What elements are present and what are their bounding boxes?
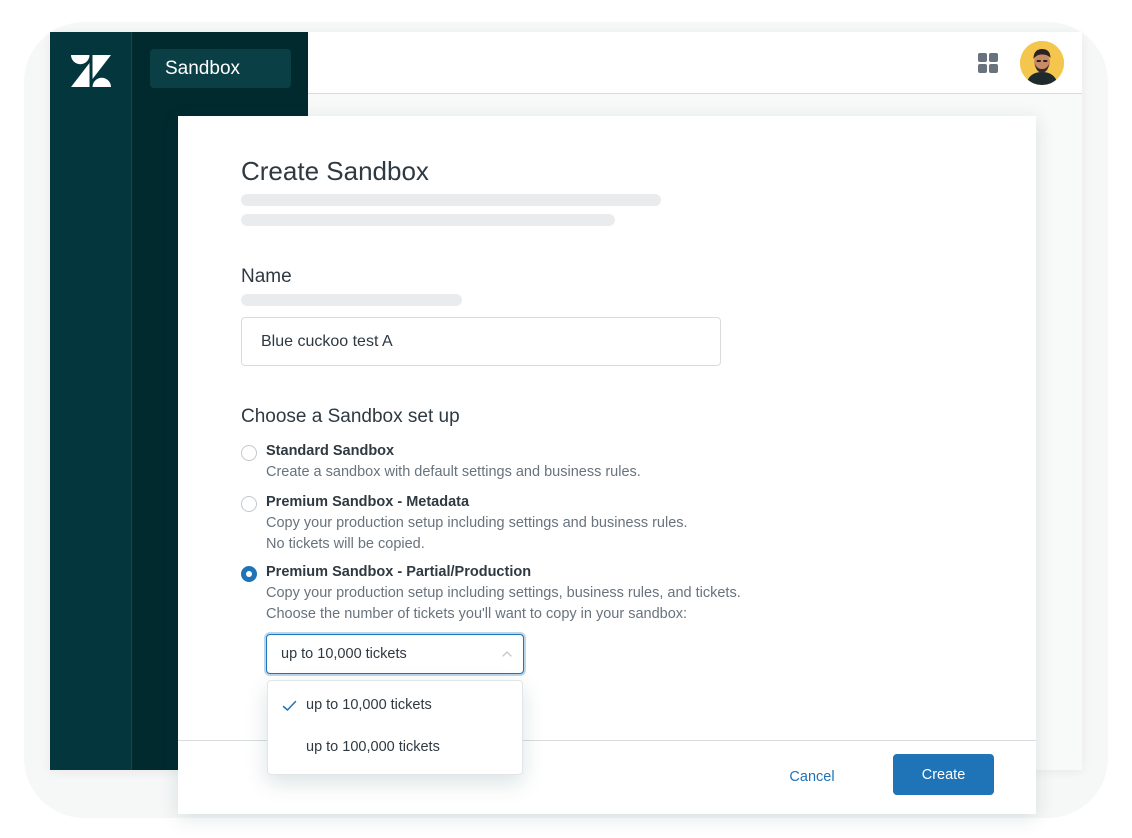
sandbox-name-input[interactable] bbox=[241, 317, 721, 366]
ticket-count-select[interactable]: up to 10,000 tickets bbox=[266, 634, 524, 674]
menu-item-100000-tickets[interactable]: up to 100,000 tickets bbox=[268, 728, 522, 768]
avatar[interactable] bbox=[1020, 41, 1064, 85]
modal-title: Create Sandbox bbox=[241, 156, 429, 186]
option-description: No tickets will be copied. bbox=[266, 536, 425, 552]
check-icon bbox=[282, 700, 297, 711]
create-button[interactable]: Create bbox=[893, 754, 994, 795]
option-description: Create a sandbox with default settings a… bbox=[266, 464, 641, 480]
apps-grid-icon[interactable] bbox=[978, 53, 998, 73]
option-description: Copy your production setup including set… bbox=[266, 515, 688, 531]
menu-item-label: up to 10,000 tickets bbox=[306, 697, 432, 713]
option-title: Premium Sandbox - Partial/Production bbox=[266, 564, 532, 580]
option-description: Copy your production setup including set… bbox=[266, 585, 741, 601]
radio-button[interactable] bbox=[241, 445, 257, 461]
cancel-button[interactable]: Cancel bbox=[762, 761, 862, 793]
menu-item-label: up to 100,000 tickets bbox=[306, 739, 440, 755]
product-rail bbox=[50, 32, 132, 770]
radio-button[interactable] bbox=[241, 496, 257, 512]
name-hint-placeholder-line bbox=[241, 294, 462, 306]
ticket-count-dropdown-menu: up to 10,000 tickets up to 100,000 ticke… bbox=[267, 680, 523, 775]
name-label: Name bbox=[241, 266, 292, 287]
option-title: Premium Sandbox - Metadata bbox=[266, 494, 470, 510]
description-placeholder-line bbox=[241, 214, 615, 226]
setup-label: Choose a Sandbox set up bbox=[241, 406, 460, 427]
radio-button-selected[interactable] bbox=[241, 566, 257, 582]
subnav-item-sandbox[interactable]: Sandbox bbox=[150, 49, 291, 88]
option-description: Choose the number of tickets you'll want… bbox=[266, 606, 688, 622]
menu-item-10000-tickets[interactable]: up to 10,000 tickets bbox=[268, 686, 522, 726]
chevron-up-icon bbox=[502, 651, 512, 657]
create-sandbox-modal: Create Sandbox Name Choose a Sandbox set… bbox=[178, 116, 1036, 814]
select-value: up to 10,000 tickets bbox=[281, 646, 407, 662]
top-bar bbox=[308, 32, 1082, 94]
option-title: Standard Sandbox bbox=[266, 443, 395, 459]
zendesk-logo-icon[interactable] bbox=[71, 55, 111, 87]
description-placeholder-line bbox=[241, 194, 661, 206]
